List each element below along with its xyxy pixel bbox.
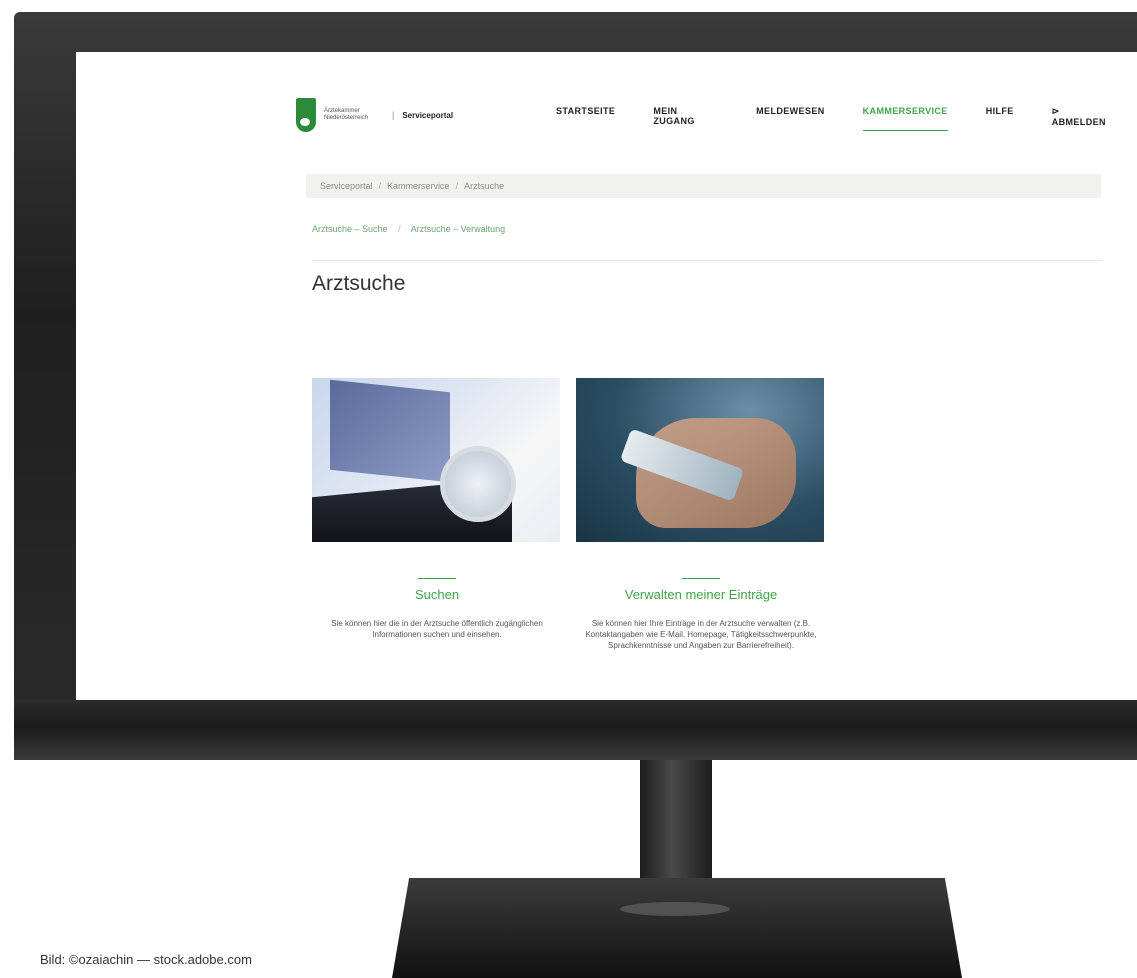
logo-separator: |	[392, 110, 395, 120]
card-accent-rule	[682, 578, 720, 579]
monitor-screen: Ärztekammer Niederösterreich | Servicepo…	[76, 52, 1137, 712]
subnav-link-suche[interactable]: Arztsuche – Suche	[312, 224, 388, 234]
smartphone-hands-image[interactable]	[576, 378, 824, 542]
web-page: Ärztekammer Niederösterreich | Servicepo…	[76, 52, 1137, 712]
card-title-verwalten[interactable]: Verwalten meiner Einträge	[576, 587, 826, 602]
monitor-stand-base	[392, 878, 962, 978]
card-text-verwalten: Sie können hier Ihre Einträge in der Arz…	[585, 619, 817, 650]
breadcrumb: Serviceportal / Kammerservice / Arztsuch…	[306, 174, 1101, 198]
card-suchen[interactable]: Suchen Sie können hier die in der Arztsu…	[312, 378, 562, 640]
breadcrumb-separator: /	[378, 181, 382, 191]
laptop-magnifier-image[interactable]	[312, 378, 560, 542]
monitor-stand-ring	[620, 902, 730, 916]
subnav-separator: /	[398, 224, 401, 234]
image-credit: Bild: ©ozaiachin — stock.adobe.com	[40, 952, 252, 967]
breadcrumb-separator: /	[455, 181, 459, 191]
monitor-bezel-bottom	[14, 700, 1137, 760]
card-accent-rule	[418, 578, 456, 579]
sub-navigation: Arztsuche – Suche / Arztsuche – Verwaltu…	[312, 224, 505, 234]
breadcrumb-item-serviceportal[interactable]: Serviceportal	[320, 181, 373, 191]
nav-item-startseite[interactable]: STARTSEITE	[556, 106, 615, 131]
card-text-suchen: Sie können hier die in der Arztsuche öff…	[331, 619, 543, 639]
subnav-link-verwaltung[interactable]: Arztsuche – Verwaltung	[411, 224, 506, 234]
nav-item-abmelden[interactable]: ⊳ ABMELDEN	[1052, 106, 1113, 131]
main-navigation: STARTSEITE MEIN ZUGANG MELDEWESEN KAMMER…	[556, 106, 1137, 131]
nav-item-meldewesen[interactable]: MELDEWESEN	[756, 106, 825, 131]
laptop-screen-shape	[330, 379, 450, 483]
monitor-frame: Ärztekammer Niederösterreich | Servicepo…	[14, 12, 1137, 760]
breadcrumb-item-kammerservice[interactable]: Kammerservice	[387, 181, 450, 191]
page-title: Arztsuche	[312, 272, 406, 295]
divider	[312, 260, 1102, 261]
portal-name: Serviceportal	[402, 110, 454, 120]
nav-item-mein-zugang[interactable]: MEIN ZUGANG	[653, 106, 718, 131]
logo-text: Ärztekammer Niederösterreich	[324, 108, 369, 121]
magnifying-glass-icon	[440, 446, 516, 522]
nav-item-hilfe[interactable]: HILFE	[986, 106, 1014, 131]
site-logo[interactable]: Ärztekammer Niederösterreich | Servicepo…	[296, 98, 453, 132]
nav-item-kammerservice[interactable]: KAMMERSERVICE	[862, 106, 948, 131]
shield-logo-icon	[296, 98, 316, 132]
breadcrumb-item-arztsuche: Arztsuche	[464, 181, 505, 191]
card-title-suchen[interactable]: Suchen	[312, 587, 562, 602]
card-verwalten[interactable]: Verwalten meiner Einträge Sie können hie…	[576, 378, 826, 651]
